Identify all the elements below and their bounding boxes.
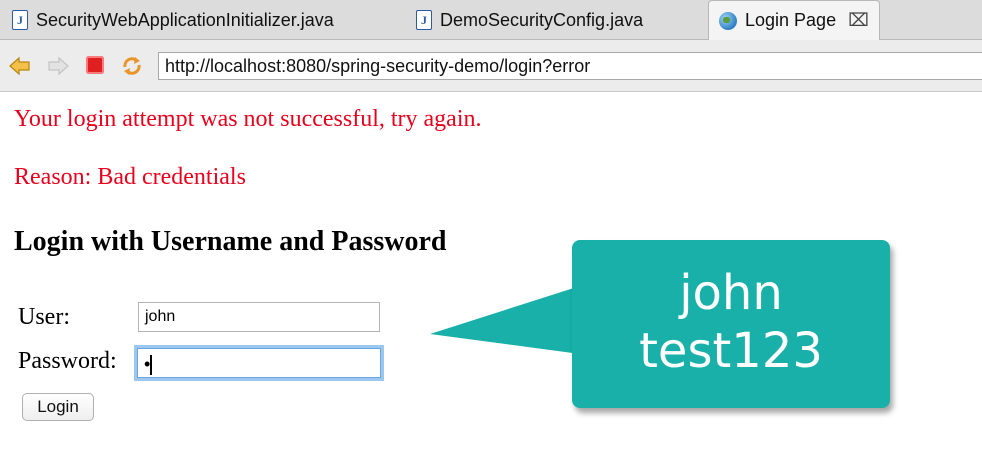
forward-arrow-icon[interactable] [46,54,70,78]
url-text: http://localhost:8080/spring-security-de… [165,56,591,76]
tab-label: SecurityWebApplicationInitializer.java [36,9,334,30]
text-cursor [150,355,152,376]
credentials-callout: john test123 [572,240,890,408]
tab-label: Login Page [745,10,837,30]
back-arrow-icon[interactable] [8,54,32,78]
error-reason: Reason: Bad credentials [14,164,246,190]
globe-icon [719,11,737,30]
login-error-message: Your login attempt was not successful, t… [14,106,482,132]
password-label: Password: [18,348,117,374]
close-tab-icon[interactable]: ⌧ [848,10,869,31]
url-bar[interactable]: http://localhost:8080/spring-security-de… [158,52,982,80]
page-heading: Login with Username and Password [14,226,447,257]
callout-username: john [679,265,783,321]
editor-tab-bar: J SecurityWebApplicationInitializer.java… [0,0,982,40]
java-file-icon: J [416,10,432,30]
java-file-icon: J [12,10,28,30]
refresh-icon[interactable] [120,54,144,78]
username-input[interactable]: john [138,302,380,332]
tab-login-page[interactable]: Login Page ⌧ [708,0,880,40]
callout-password: test123 [639,323,823,379]
tab-demo-security-config[interactable]: J DemoSecurityConfig.java [416,0,643,40]
login-button[interactable]: Login [22,393,94,421]
tab-security-web-application-initializer[interactable]: J SecurityWebApplicationInitializer.java [12,0,334,40]
stop-icon[interactable] [86,56,104,74]
browser-nav-bar: http://localhost:8080/spring-security-de… [0,40,982,92]
user-label: User: [18,304,70,330]
tab-label: DemoSecurityConfig.java [440,9,644,30]
password-input[interactable]: • [134,345,384,381]
callout-pointer [430,286,580,354]
